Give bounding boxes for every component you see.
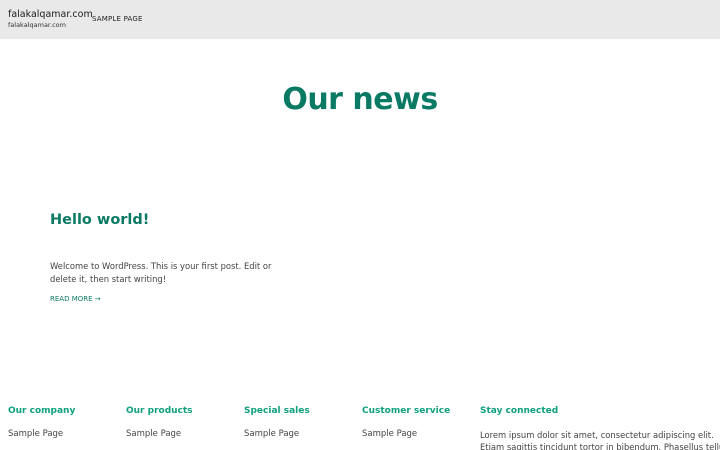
footer-heading: Customer service <box>362 406 451 416</box>
footer-link-sample-page[interactable]: Sample Page <box>8 429 75 440</box>
page: falakalqamar.com falakalqamar.com SAMPLE… <box>0 0 720 450</box>
footer-heading: Our products <box>126 406 193 416</box>
footer-column-customer-service: Customer service Sample Page <box>362 405 450 440</box>
footer-heading: Stay connected <box>480 406 559 416</box>
page-title: Our news <box>282 82 438 117</box>
footer-heading: Our company <box>8 406 76 416</box>
footer-column-our-company: Our company Sample Page <box>8 405 75 440</box>
footer-text-line: Lorem ipsum dolor sit amet, consectetur … <box>480 430 714 440</box>
footer-link-sample-page[interactable]: Sample Page <box>126 429 193 440</box>
nav-link-sample-page[interactable]: SAMPLE PAGE <box>92 15 143 24</box>
post-excerpt: Welcome to WordPress. This is your first… <box>50 261 272 284</box>
footer-text: Lorem ipsum dolor sit amet, consectetur … <box>480 429 720 450</box>
site-branding: falakalqamar.com falakalqamar.com <box>8 9 93 29</box>
site-title-link[interactable]: falakalqamar.com <box>8 9 93 20</box>
footer-heading: Special sales <box>244 406 310 416</box>
footer-link-sample-page[interactable]: Sample Page <box>362 429 450 440</box>
site-tagline: falakalqamar.com <box>8 21 66 29</box>
site-header: falakalqamar.com falakalqamar.com SAMPLE… <box>0 0 720 39</box>
footer-column-stay-connected: Stay connected Lorem ipsum dolor sit ame… <box>480 405 720 450</box>
footer-column-our-products: Our products Sample Page <box>126 405 193 440</box>
read-more-link[interactable]: READ MORE → <box>50 295 101 304</box>
footer-link-sample-page[interactable]: Sample Page <box>244 429 310 440</box>
post-title-link[interactable]: Hello world! <box>50 211 149 229</box>
footer-text-line: Etiam sagittis tincidunt tortor in biben… <box>480 442 720 450</box>
footer-column-special-sales: Special sales Sample Page <box>244 405 310 440</box>
